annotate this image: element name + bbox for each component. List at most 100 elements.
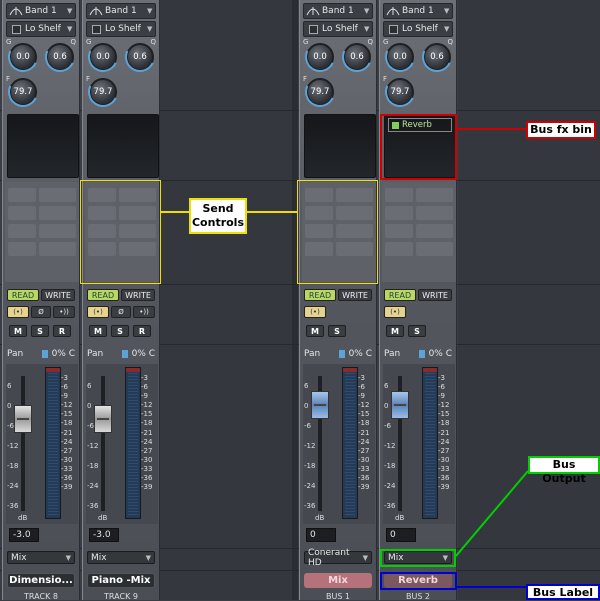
meter-scale-tick: -27	[61, 446, 73, 455]
fader-value[interactable]: 0	[306, 528, 336, 542]
send-row[interactable]	[385, 224, 453, 238]
freq-knob[interactable]: 79.7	[306, 78, 334, 106]
stereo-button[interactable]: •))	[133, 306, 155, 318]
fader-scale: 6 0 -6 -12 -18 -24 -36	[7, 376, 18, 516]
output-select[interactable]: Mix ▼	[7, 551, 75, 564]
solo-button[interactable]: S	[328, 325, 346, 337]
eq-band-select[interactable]: Band 1 ▼	[383, 3, 453, 19]
strip-name-label[interactable]: Piano -Mix	[87, 573, 155, 588]
send-row[interactable]	[385, 242, 453, 256]
send-destination[interactable]	[416, 206, 453, 220]
stereo-button[interactable]: •))	[53, 306, 75, 318]
gain-knob[interactable]: 0.0	[89, 43, 117, 71]
meter-scale-tick: -33	[438, 464, 450, 473]
send-row[interactable]	[385, 188, 453, 202]
record-arm-button[interactable]: R	[53, 325, 71, 337]
send-row[interactable]	[8, 188, 76, 202]
meter-scale: -3 -6 -9 -12 -15 -18 -21 -24 -27 -30 -33 -36 -39	[141, 374, 152, 492]
solo-button[interactable]: S	[408, 325, 426, 337]
callout-line	[247, 211, 297, 213]
read-button[interactable]: READ	[384, 289, 416, 301]
eq-type-select[interactable]: Lo Shelf ▼	[6, 21, 76, 37]
send-destination[interactable]	[39, 242, 76, 256]
meter-scale-tick: -24	[438, 437, 450, 446]
read-button[interactable]: READ	[87, 289, 119, 301]
eq-type-select[interactable]: Lo Shelf ▼	[86, 21, 156, 37]
freq-knob[interactable]: 79.7	[9, 78, 37, 106]
mute-button[interactable]: M	[89, 325, 107, 337]
phase-invert-button[interactable]: Ø	[31, 306, 51, 318]
read-button[interactable]: READ	[304, 289, 336, 301]
send-destination[interactable]	[39, 188, 76, 202]
fx-bin[interactable]	[304, 114, 376, 178]
chevron-down-icon: ▼	[145, 553, 151, 562]
fx-bin[interactable]	[87, 114, 159, 178]
send-destination[interactable]	[416, 242, 453, 256]
eq-curve-icon	[384, 5, 402, 17]
output-select[interactable]: Conerant HD ▼	[304, 548, 372, 568]
record-arm-button[interactable]: R	[133, 325, 151, 337]
write-button[interactable]: WRITE	[338, 289, 372, 301]
q-knob[interactable]: 0.6	[126, 43, 154, 71]
freq-knob[interactable]: 79.7	[386, 78, 414, 106]
q-knob-label: Q	[367, 38, 373, 46]
send-row[interactable]	[8, 224, 76, 238]
strip-name-label[interactable]: Mix	[304, 573, 372, 588]
fader-value[interactable]: -3.0	[9, 528, 39, 542]
mute-button[interactable]: M	[9, 325, 27, 337]
gain-knob[interactable]: 0.0	[9, 43, 37, 71]
write-button[interactable]: WRITE	[121, 289, 155, 301]
q-knob[interactable]: 0.6	[423, 43, 451, 71]
fader-scale-tick: 6	[87, 382, 92, 390]
solo-button[interactable]: S	[31, 325, 49, 337]
pan-control[interactable]: Pan 0% C	[384, 347, 452, 361]
checkbox-icon	[304, 23, 322, 35]
write-button[interactable]: WRITE	[418, 289, 452, 301]
strip-name-label[interactable]: Dimensio...	[7, 573, 75, 588]
send-destination[interactable]	[416, 188, 453, 202]
volume-fader[interactable]	[391, 391, 409, 419]
fx-bin[interactable]	[7, 114, 79, 178]
input-echo-button[interactable]: (•)	[87, 306, 109, 318]
eq-band-select[interactable]: Band 1 ▼	[303, 3, 373, 19]
q-knob[interactable]: 0.6	[343, 43, 371, 71]
input-echo-button[interactable]: (•)	[7, 306, 29, 318]
freq-knob[interactable]: 79.7	[89, 78, 117, 106]
send-row[interactable]	[8, 242, 76, 256]
meter-scale-tick: -18	[438, 419, 450, 428]
send-row[interactable]	[8, 206, 76, 220]
solo-button[interactable]: S	[111, 325, 129, 337]
read-button[interactable]: READ	[7, 289, 39, 301]
send-destination[interactable]	[39, 206, 76, 220]
phase-invert-button[interactable]: Ø	[111, 306, 131, 318]
meter-scale-tick: -3	[141, 374, 148, 382]
send-destination[interactable]	[39, 224, 76, 238]
gain-knob[interactable]: 0.0	[306, 43, 334, 71]
output-select[interactable]: Mix ▼	[87, 551, 155, 564]
eq-type-select[interactable]: Lo Shelf ▼	[303, 21, 373, 37]
send-row[interactable]	[385, 206, 453, 220]
eq-band-select[interactable]: Band 1 ▼	[6, 3, 76, 19]
pan-control[interactable]: Pan 0% C	[87, 347, 155, 361]
fader-value[interactable]: -3.0	[89, 528, 119, 542]
gain-knob[interactable]: 0.0	[386, 43, 414, 71]
fader-value[interactable]: 0	[386, 528, 416, 542]
pan-control[interactable]: Pan 0% C	[304, 347, 372, 361]
meter-scale-tick: -36	[438, 474, 450, 483]
mute-button[interactable]: M	[386, 325, 404, 337]
callout-line	[457, 586, 526, 588]
send-destination[interactable]	[416, 224, 453, 238]
mute-button[interactable]: M	[306, 325, 324, 337]
db-label: dB	[98, 514, 108, 522]
volume-fader[interactable]	[14, 405, 32, 433]
gain-knob-label: G	[86, 38, 92, 46]
volume-fader[interactable]	[311, 391, 329, 419]
pan-control[interactable]: Pan 0% C	[7, 347, 75, 361]
q-knob[interactable]: 0.6	[46, 43, 74, 71]
eq-type-select[interactable]: Lo Shelf ▼	[383, 21, 453, 37]
eq-band-select[interactable]: Band 1 ▼	[86, 3, 156, 19]
write-button[interactable]: WRITE	[41, 289, 75, 301]
input-echo-button[interactable]: (•)	[304, 306, 326, 318]
input-echo-button[interactable]: (•)	[384, 306, 406, 318]
volume-fader[interactable]	[94, 405, 112, 433]
